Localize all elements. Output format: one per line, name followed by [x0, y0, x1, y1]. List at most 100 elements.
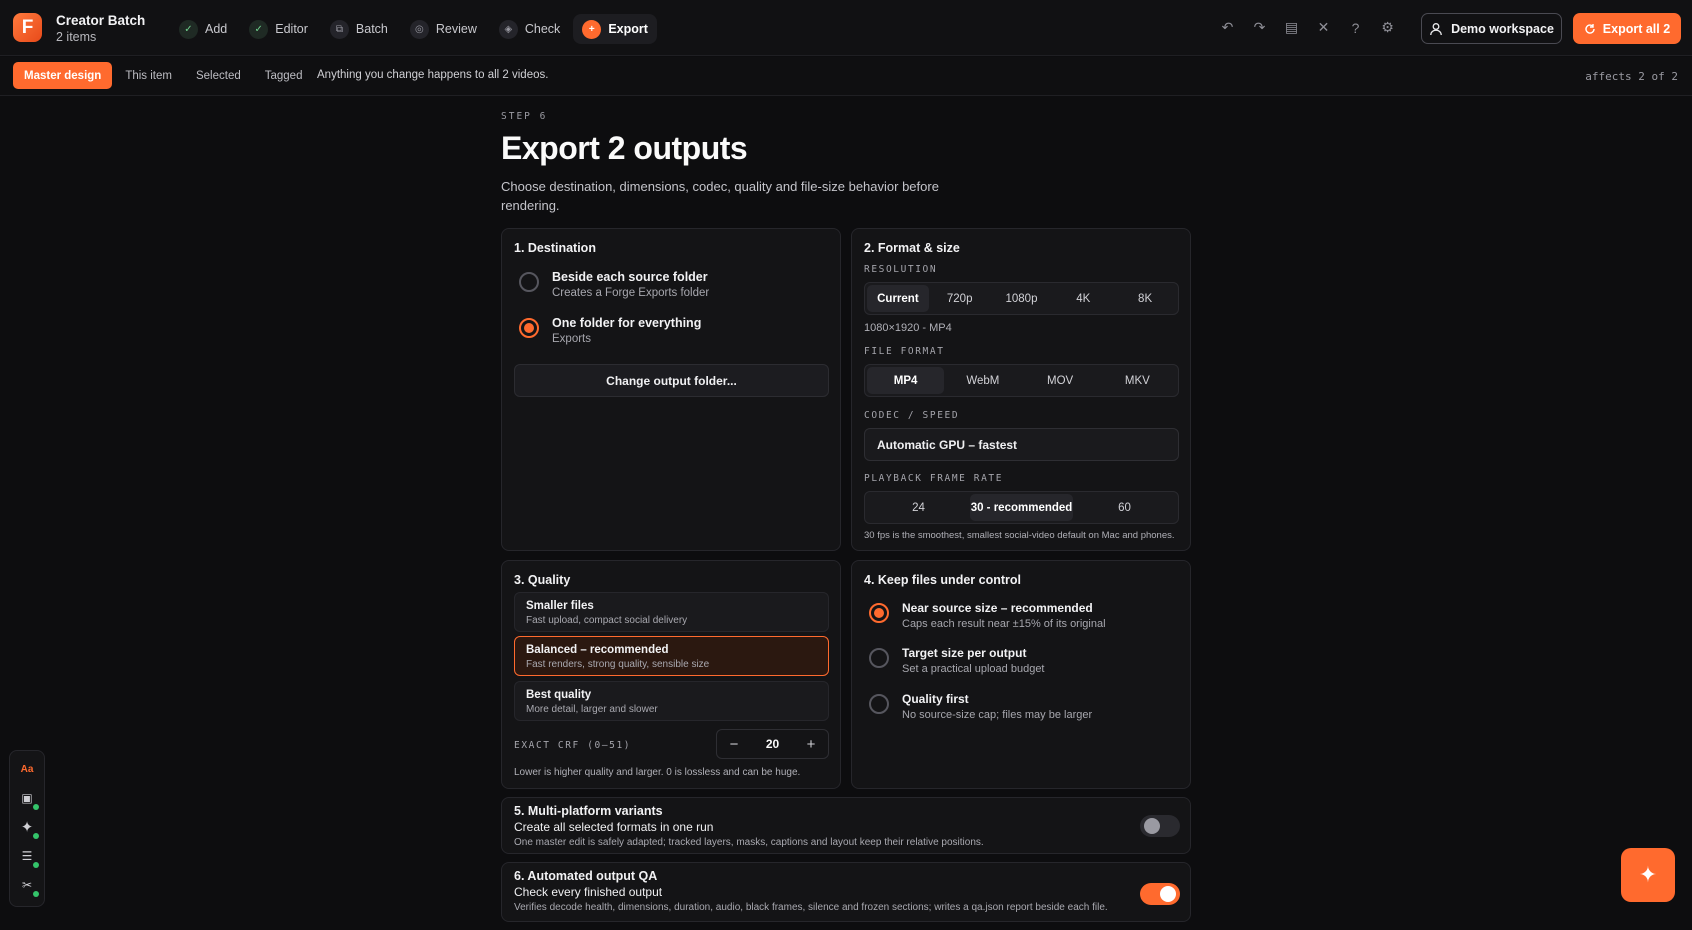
filesize-option-quality-first[interactable]: Quality first No source-size cap; files … — [869, 692, 1092, 721]
scope-tab-tagged[interactable]: Tagged — [254, 62, 314, 89]
undo-icon[interactable]: ↶ — [1218, 18, 1237, 37]
tool-dock: Aa ▣ ✦ ☰ ✂ — [9, 750, 45, 907]
app-title: Creator Batch — [56, 13, 146, 28]
minus-icon[interactable]: − — [727, 736, 741, 753]
page-title: Export 2 outputs — [501, 130, 748, 166]
app-logo[interactable]: F — [13, 13, 42, 42]
page-description: Choose destination, dimensions, codec, q… — [501, 179, 939, 213]
framerate-label: PLAYBACK FRAME RATE — [864, 473, 1004, 484]
qa-description: Verifies decode health, dimensions, dura… — [514, 902, 1108, 913]
variants-heading: Create all selected formats in one run — [514, 820, 714, 834]
format-webm[interactable]: WebM — [944, 367, 1021, 394]
redo-icon[interactable]: ↷ — [1250, 18, 1269, 37]
step-editor[interactable]: ✓ Editor — [240, 14, 317, 44]
framerate-note: 30 fps is the smoothest, smallest social… — [864, 530, 1175, 541]
card-title: 5. Multi-platform variants — [514, 804, 663, 818]
plus-icon[interactable]: + — [804, 736, 818, 753]
text-style-icon[interactable]: Aa — [17, 759, 37, 779]
resolution-label: RESOLUTION — [864, 264, 938, 275]
resolution-current[interactable]: Current — [867, 285, 929, 312]
change-output-folder-button[interactable]: Change output folder... — [514, 364, 829, 397]
assistant-button[interactable]: ✦ — [1621, 848, 1675, 902]
review-icon: ◎ — [409, 19, 429, 39]
variants-card: 5. Multi-platform variants Create all se… — [501, 797, 1191, 854]
radio-icon — [869, 694, 889, 714]
destination-card: 1. Destination Beside each source folder… — [501, 228, 841, 551]
step-label: STEP 6 — [501, 111, 548, 122]
filesize-card: 4. Keep files under control Near source … — [851, 560, 1191, 789]
check-icon: ✓ — [179, 19, 198, 39]
resolution-8k[interactable]: 8K — [1114, 285, 1176, 312]
sparkle-icon[interactable]: ✦ — [17, 817, 39, 839]
workspace-button[interactable]: Demo workspace — [1421, 13, 1562, 44]
quality-option-best[interactable]: Best quality More detail, larger and slo… — [514, 681, 829, 721]
resolution-note: 1080×1920 - MP4 — [864, 322, 952, 334]
destination-option-one-folder[interactable]: One folder for everything Exports — [519, 316, 701, 345]
framerate-selector: 24 30 - recommended 60 — [864, 491, 1179, 524]
step-export[interactable]: + Export — [573, 14, 657, 44]
scope-message: Anything you change happens to all 2 vid… — [317, 69, 549, 81]
quality-option-smaller[interactable]: Smaller files Fast upload, compact socia… — [514, 592, 829, 632]
destination-option-beside-source[interactable]: Beside each source folder Creates a Forg… — [519, 270, 709, 299]
check-icon: ✓ — [249, 19, 269, 39]
filesize-option-target-size[interactable]: Target size per output Set a practical u… — [869, 646, 1045, 675]
resolution-4k[interactable]: 4K — [1052, 285, 1114, 312]
step-check[interactable]: ◈ Check — [490, 14, 569, 44]
scope-tab-master-design[interactable]: Master design — [13, 62, 113, 89]
card-title: 6. Automated output QA — [514, 869, 658, 883]
crf-stepper: − 20 + — [716, 729, 829, 759]
qa-card: 6. Automated output QA Check every finis… — [501, 862, 1191, 922]
qa-toggle[interactable] — [1140, 883, 1180, 905]
file-format-selector: MP4 WebM MOV MKV — [864, 364, 1179, 397]
tools-icon[interactable]: ✂ — [17, 875, 39, 897]
card-title: 4. Keep files under control — [864, 573, 1021, 587]
export-icon — [1585, 23, 1595, 34]
format-mp4[interactable]: MP4 — [867, 367, 945, 394]
step-add[interactable]: ✓ Add — [170, 14, 236, 44]
scope-bar: Master design This item Selected Tagged … — [0, 57, 1692, 96]
crf-label: EXACT CRF (0–51) — [514, 740, 632, 751]
export-all-button[interactable]: Export all 2 — [1573, 13, 1681, 44]
close-icon[interactable]: ✕ — [1314, 18, 1333, 37]
card-title: 1. Destination — [514, 241, 596, 255]
radio-selected-icon — [519, 318, 539, 338]
affects-count: affects 2 of 2 — [1585, 70, 1678, 83]
file-format-label: FILE FORMAT — [864, 346, 945, 357]
variants-description: One master edit is safely adapted; track… — [514, 837, 984, 848]
help-icon[interactable]: ? — [1346, 18, 1365, 37]
framerate-24[interactable]: 24 — [867, 494, 970, 521]
framerate-30[interactable]: 30 - recommended — [970, 494, 1073, 521]
step-batch[interactable]: ⧉ Batch — [321, 14, 397, 44]
format-mov[interactable]: MOV — [1022, 367, 1099, 394]
list-icon[interactable]: ▤ — [1282, 18, 1301, 37]
sliders-icon[interactable]: ☰ — [17, 846, 39, 868]
format-mkv[interactable]: MKV — [1099, 367, 1176, 394]
resolution-720p[interactable]: 720p — [929, 285, 991, 312]
codec-label: CODEC / SPEED — [864, 410, 960, 421]
scope-tabs: Master design This item Selected Tagged — [13, 62, 313, 89]
scope-tab-this-item[interactable]: This item — [114, 62, 183, 89]
caption-icon[interactable]: ▣ — [17, 788, 39, 810]
quality-card: 3. Quality Smaller files Fast upload, co… — [501, 560, 841, 789]
plus-icon: + — [582, 19, 602, 39]
toolbar-icons: ↶ ↷ ▤ ✕ ? ⚙ — [1218, 18, 1397, 37]
radio-icon — [869, 648, 889, 668]
gear-icon[interactable]: ⚙ — [1378, 18, 1397, 37]
framerate-60[interactable]: 60 — [1073, 494, 1176, 521]
user-icon — [1430, 22, 1442, 35]
qa-heading: Check every finished output — [514, 885, 663, 899]
resolution-selector: Current 720p 1080p 4K 8K — [864, 282, 1179, 315]
workflow-steps: ✓ Add ✓ Editor ⧉ Batch ◎ Review ◈ Check … — [170, 14, 657, 44]
quality-option-balanced[interactable]: Balanced – recommended Fast renders, str… — [514, 636, 829, 676]
sparkle-icon: ✦ — [1638, 862, 1658, 887]
batch-icon: ⧉ — [329, 19, 349, 39]
shield-icon: ◈ — [498, 19, 518, 39]
codec-select[interactable]: Automatic GPU – fastest — [864, 428, 1179, 461]
crf-value[interactable]: 20 — [766, 737, 779, 751]
scope-tab-selected[interactable]: Selected — [185, 62, 252, 89]
step-review[interactable]: ◎ Review — [401, 14, 486, 44]
filesize-option-near-source[interactable]: Near source size – recommended Caps each… — [869, 601, 1106, 630]
variants-toggle[interactable] — [1140, 815, 1180, 837]
format-size-card: 2. Format & size RESOLUTION Current 720p… — [851, 228, 1191, 551]
resolution-1080p[interactable]: 1080p — [991, 285, 1053, 312]
